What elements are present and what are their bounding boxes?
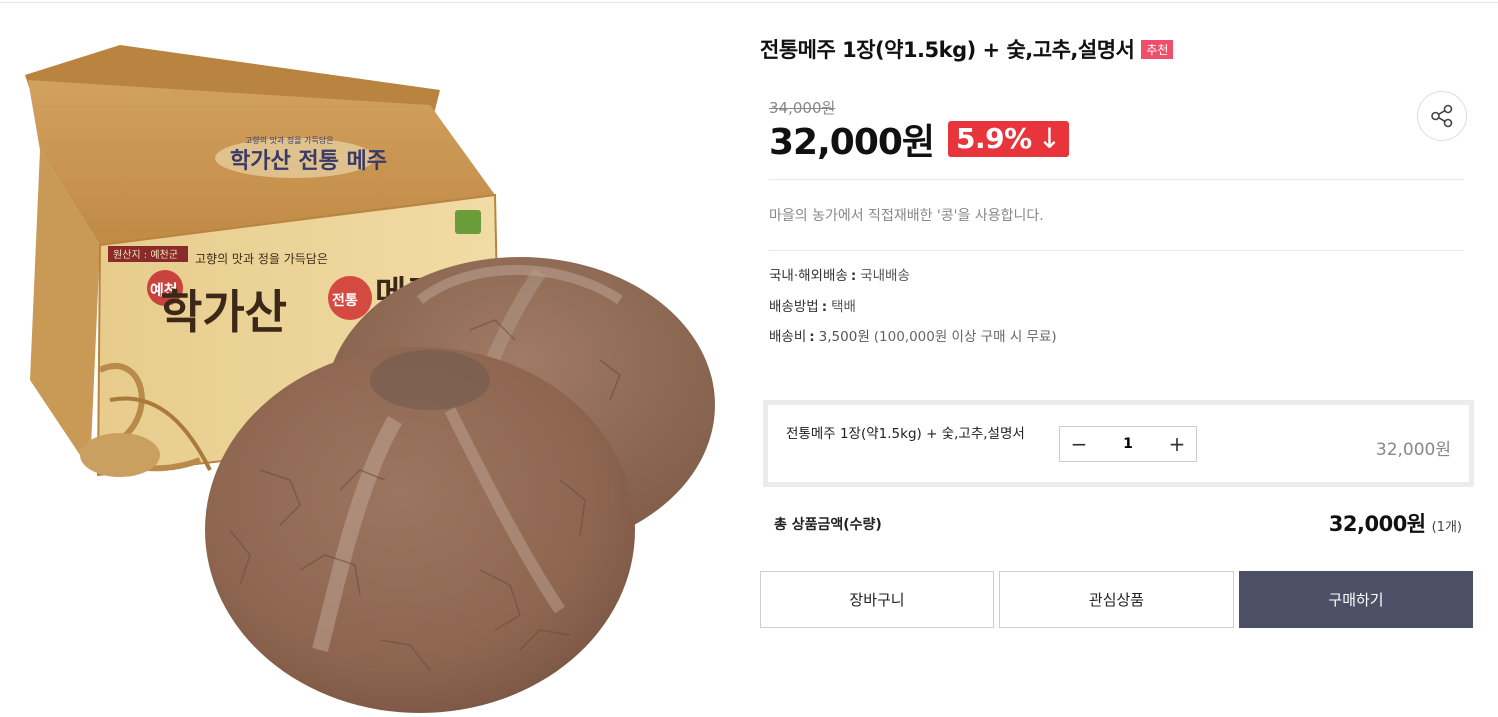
selected-option: 전통메주 1장(약1.5kg) + 숯,고추,설명서 − + 32,000원 — [763, 400, 1474, 487]
box-top-brand: 학가산 전통 메주 — [230, 148, 387, 174]
quantity-stepper: − + — [1059, 426, 1197, 462]
discount-badge: 5.9% ↓ — [948, 121, 1069, 157]
product-info: 전통메주 1장(약1.5kg) + 숯,고추,설명서 추천 34,000원 32… — [760, 0, 1475, 717]
title-row: 전통메주 1장(약1.5kg) + 숯,고추,설명서 추천 — [760, 34, 1174, 64]
option-name: 전통메주 1장(약1.5kg) + 숯,고추,설명서 — [786, 426, 1025, 442]
total-quantity: (1개) — [1431, 520, 1462, 535]
box-slogan: 고향의 맛과 정을 가득담은 — [195, 252, 328, 266]
product-title: 전통메주 1장(약1.5kg) + 숯,고추,설명서 — [760, 38, 1135, 62]
add-to-cart-button[interactable]: 장바구니 — [760, 571, 994, 628]
shipping-value: 3,500원 — [818, 329, 870, 345]
box-top-line: 고향의 맛과 정을 가득담은 — [245, 135, 334, 145]
shipping-label: 배송방법 — [769, 299, 819, 315]
box-brand: 학가산 — [160, 285, 287, 339]
shipping-method: 배송방법: 택배 — [769, 299, 856, 315]
product-description: 마을의 농가에서 직접재배한 '콩'을 사용합니다. — [769, 208, 1044, 224]
wishlist-button[interactable]: 관심상품 — [999, 571, 1234, 628]
quantity-input[interactable] — [1098, 436, 1158, 452]
box-brand-mark: 전통 — [332, 292, 358, 309]
divider — [769, 250, 1464, 251]
option-price: 32,000원 — [1375, 440, 1451, 460]
divider — [769, 179, 1464, 180]
sale-price: 32,000원 — [769, 122, 935, 163]
price-row: 32,000원 5.9% ↓ — [769, 113, 1069, 165]
down-arrow-icon: ↓ — [1037, 122, 1061, 155]
total-label: 총 상품금액(수량) — [774, 517, 882, 533]
shipping-type: 국내·해외배송: 국내배송 — [769, 268, 910, 284]
discount-rate: 5.9% — [956, 122, 1032, 155]
shipping-fee: 배송비:3,500원 (100,000원 이상 구매 시 무료) — [769, 329, 1057, 345]
total-price: 32,000원 — [1328, 512, 1426, 536]
shipping-note: (100,000원 이상 구매 시 무료) — [873, 329, 1057, 345]
decrease-button[interactable]: − — [1060, 427, 1098, 461]
shipping-value: 택배 — [831, 299, 856, 315]
product-image: 학가산 전통 메주 고향의 맛과 정을 가득담은 원산지 : 예천군 고향의 맛… — [0, 10, 730, 717]
increase-button[interactable]: + — [1158, 427, 1196, 461]
total-row: 32,000원 (1개) — [1329, 508, 1462, 538]
box-origin: 원산지 : 예천군 — [113, 249, 178, 261]
shipping-value: 국내배송 — [860, 268, 910, 284]
share-button[interactable] — [1417, 91, 1467, 141]
share-icon — [1431, 104, 1453, 128]
shipping-label: 국내·해외배송 — [769, 268, 848, 284]
buy-now-button[interactable]: 구매하기 — [1239, 571, 1473, 628]
recommend-badge: 추천 — [1141, 39, 1174, 59]
shipping-label: 배송비 — [769, 329, 807, 345]
